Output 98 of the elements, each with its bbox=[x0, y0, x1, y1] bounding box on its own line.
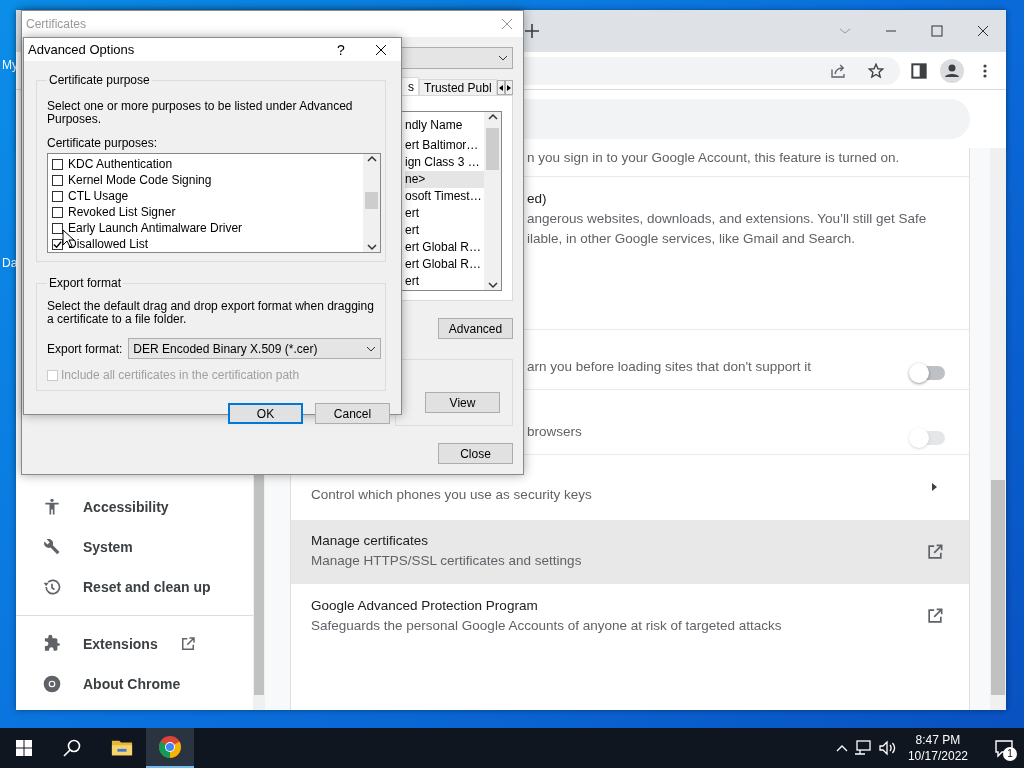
windows-icon bbox=[16, 740, 32, 756]
field-label: Export format: bbox=[47, 341, 123, 356]
volume-icon[interactable] bbox=[877, 739, 896, 757]
row-subtitle: Manage HTTPS/SSL certificates and settings bbox=[311, 552, 583, 570]
list-item[interactable]: ert Baltimor… bbox=[405, 137, 484, 154]
scrollbar-thumb[interactable] bbox=[365, 192, 378, 209]
checkbox[interactable] bbox=[52, 174, 63, 186]
purpose-item[interactable]: Revoked List Signer bbox=[52, 204, 363, 220]
setting-text: browsers bbox=[527, 423, 583, 441]
sidebar-icon bbox=[42, 537, 62, 557]
external-link-icon bbox=[925, 606, 945, 626]
list-item[interactable]: ign Class 3 … bbox=[405, 154, 484, 171]
purpose-item[interactable]: KDC Authentication bbox=[52, 156, 363, 172]
purpose-list[interactable]: KDC Authentication Kernel Mode Code Signing CTL Usage Revoked List Signer Early Launch Antimalware Driver Disallowed List bbox=[47, 153, 381, 253]
purpose-item[interactable]: CTL Usage bbox=[52, 188, 363, 204]
group-label: Export format bbox=[48, 276, 123, 290]
checkbox[interactable] bbox=[52, 222, 63, 234]
field-label: Certificate purposes: bbox=[47, 137, 159, 150]
scrollbar-thumb[interactable] bbox=[486, 128, 499, 170]
group-label: Certificate purpose bbox=[48, 73, 151, 87]
window-title: Certificates bbox=[26, 17, 87, 31]
chevron-down-icon bbox=[366, 242, 377, 252]
row-subtitle: Control which phones you use as security keys bbox=[311, 486, 593, 504]
sidebar-item[interactable]: Accessibility bbox=[16, 487, 253, 527]
column-header[interactable]: ndly Name bbox=[405, 117, 484, 134]
row-subtitle: Safeguards the personal Google Accounts of anyone at risk of targeted attacks bbox=[311, 617, 783, 635]
taskbar-button[interactable] bbox=[146, 728, 194, 768]
list-item[interactable]: ert Global R… bbox=[405, 239, 484, 256]
sidebar-item[interactable]: Extensions bbox=[16, 624, 253, 664]
message-icon bbox=[994, 738, 1014, 758]
toggle-switch[interactable] bbox=[911, 366, 945, 380]
setting-text: n you sign in to your Google Account, this feature is turned on. bbox=[527, 149, 901, 167]
close-icon bbox=[977, 25, 989, 37]
browser-logo-icon bbox=[158, 735, 182, 759]
sidebar-icon bbox=[42, 497, 62, 517]
plus-icon bbox=[524, 23, 540, 39]
network-icon[interactable] bbox=[853, 739, 872, 757]
profile-icon bbox=[940, 58, 964, 83]
dialog-button[interactable]: Cancel bbox=[315, 403, 390, 424]
scroll-left-button[interactable] bbox=[496, 80, 505, 95]
notification-button[interactable]: 1 bbox=[984, 728, 1024, 768]
list-item[interactable]: ne> bbox=[405, 171, 484, 188]
description-text: Select the default drag and drop export format when dragging a certificate to a file folder. bbox=[47, 300, 375, 326]
chevron-up-icon bbox=[487, 112, 498, 122]
row-title: Manage certificates bbox=[311, 532, 430, 550]
tab[interactable]: Trusted Publ bbox=[419, 79, 497, 95]
triangle-right-icon bbox=[505, 84, 512, 91]
list-item[interactable]: ert bbox=[405, 273, 484, 290]
desktop-icon-label: Da bbox=[2, 256, 18, 270]
scroll-right-button[interactable] bbox=[504, 80, 513, 95]
description-text: Select one or more purposes to be listed under Advanced Purposes. bbox=[47, 100, 354, 126]
purpose-item[interactable]: Kernel Mode Code Signing bbox=[52, 172, 363, 188]
row-title: Google Advanced Protection Program bbox=[311, 597, 539, 615]
list-item[interactable]: osoft Timest… bbox=[405, 188, 484, 205]
setting-text: angerous websites, downloads, and extensions. You’ll still get Safe bbox=[527, 210, 928, 228]
view-button[interactable]: View bbox=[425, 392, 500, 413]
close-icon bbox=[501, 18, 513, 30]
search-icon bbox=[63, 739, 81, 757]
list-item[interactable]: ert Global R… bbox=[405, 256, 484, 273]
settings-row[interactable]: Manage certificates Manage HTTPS/SSL certificates and settings bbox=[291, 520, 969, 584]
purpose-item[interactable]: Early Launch Antimalware Driver bbox=[52, 220, 363, 236]
format-dropdown[interactable]: DER Encoded Binary X.509 (*.cer) bbox=[128, 338, 381, 359]
scrollbar[interactable] bbox=[363, 154, 380, 252]
close-icon bbox=[375, 43, 387, 56]
clock[interactable]: 8:47 PM 10/17/2022 bbox=[907, 732, 968, 764]
external-link-icon bbox=[925, 542, 945, 562]
dialog-button[interactable]: OK bbox=[228, 403, 303, 424]
sidebar-item[interactable]: About Chrome bbox=[16, 664, 253, 704]
sidebar-icon bbox=[42, 634, 62, 654]
checkbox[interactable] bbox=[52, 158, 63, 170]
checkbox[interactable] bbox=[52, 190, 63, 202]
sidebar-icon bbox=[42, 577, 62, 597]
setting-text: ilable, in other Google services, like Gmail and Search. bbox=[527, 230, 856, 248]
sidebar-item[interactable]: Reset and clean up bbox=[16, 567, 253, 607]
scrollbar[interactable] bbox=[484, 112, 501, 290]
help-button[interactable]: ? bbox=[321, 38, 361, 61]
checkbox[interactable] bbox=[52, 206, 63, 218]
chevron-up-icon bbox=[366, 154, 377, 164]
triangle-left-icon bbox=[497, 84, 504, 91]
close-button[interactable]: Close bbox=[438, 443, 513, 464]
chevron-down-icon bbox=[498, 53, 508, 63]
sidebar-icon bbox=[42, 674, 62, 694]
scrollbar[interactable] bbox=[990, 148, 1006, 710]
advanced-button[interactable]: Advanced bbox=[438, 318, 513, 339]
notification-badge: 1 bbox=[1003, 747, 1017, 761]
setting-text: ed) bbox=[527, 190, 548, 208]
list-item[interactable]: ert bbox=[405, 205, 484, 222]
maximize-icon bbox=[931, 25, 943, 37]
setting-text: arn you before loading sites that don't support it bbox=[527, 358, 812, 376]
window-title: Advanced Options bbox=[28, 42, 135, 57]
settings-row[interactable]: Google Advanced Protection Program Safeguards the personal Google Accounts of anyone at risk of targeted attacks bbox=[291, 584, 969, 648]
sidebar-item[interactable]: System bbox=[16, 527, 253, 567]
check-icon bbox=[53, 239, 62, 249]
chevron-down-icon bbox=[487, 280, 498, 290]
star-icon bbox=[867, 61, 885, 80]
list-item[interactable]: ert bbox=[405, 222, 484, 239]
side-panel-icon bbox=[911, 62, 927, 79]
scrollbar-thumb[interactable] bbox=[991, 480, 1005, 695]
